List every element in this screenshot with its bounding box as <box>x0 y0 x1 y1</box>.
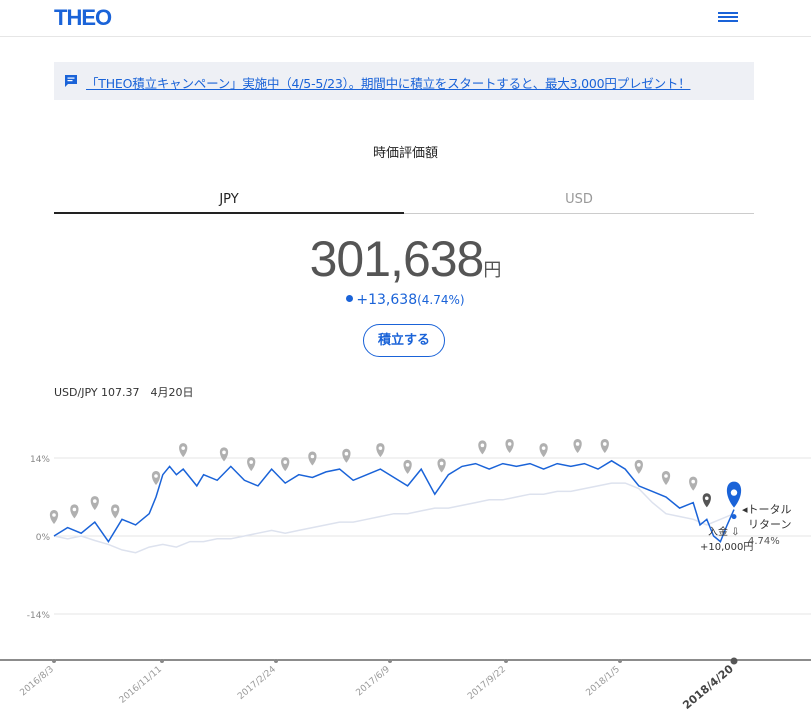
menu-bar <box>718 12 738 14</box>
deposit-pin-hole <box>541 446 546 450</box>
performance-chart[interactable]: 14%0%-14%◂トータルリターン4.74%入金 ⇩+10,000円2016/… <box>0 420 811 722</box>
current-point-dot <box>731 514 737 520</box>
deposit-pin-icon[interactable] <box>689 476 698 491</box>
valuation-amount: 301,638円 <box>0 230 811 288</box>
deposit-pin-icon[interactable] <box>505 438 514 453</box>
top-header: THEO <box>0 0 811 37</box>
deposit-pin-hole <box>283 460 288 464</box>
deposit-pin-hole <box>181 446 185 450</box>
deposit-pin-icon[interactable] <box>281 457 290 472</box>
x-tick-label: 2017/6/9 <box>355 664 393 698</box>
deposit-pin-hole <box>405 463 410 467</box>
deposit-pin-hole <box>249 460 253 464</box>
amount-value: 301,638 <box>309 231 485 287</box>
y-tick-label: 0% <box>36 533 51 543</box>
deposit-pin-hole <box>310 454 315 459</box>
fx-rate: USD/JPY 107.37 4月20日 <box>54 386 194 399</box>
x-tick-label: 2018/4/20 <box>680 662 736 712</box>
y-tick-label: 14% <box>30 455 50 465</box>
menu-bar <box>718 20 738 22</box>
deposit-pin-hole <box>72 507 77 512</box>
deposit-amount: +10,000円 <box>700 542 753 553</box>
deposit-pin-hole <box>52 513 56 517</box>
valuation-title: 時価評価額 <box>372 146 438 161</box>
deposit-pin-icon[interactable] <box>308 451 317 466</box>
chat-bubble-icon <box>65 75 77 87</box>
gain-summary: +13,638(4.74%) <box>0 292 811 308</box>
gain-percent: (4.74%) <box>417 293 465 307</box>
deposit-pin-icon[interactable] <box>151 471 161 485</box>
deposit-pin-icon[interactable] <box>573 438 582 453</box>
x-tick-dot <box>160 659 164 663</box>
deposit-pin-hole <box>705 496 709 501</box>
x-tick-label: 2017/2/24 <box>236 664 278 701</box>
x-tick-dot <box>504 659 508 663</box>
deposit-pin-hole <box>113 507 117 512</box>
deposit-pin-icon[interactable] <box>661 471 671 485</box>
x-tick-label: 2018/1/5 <box>585 665 622 699</box>
x-tick-dot <box>274 659 278 663</box>
deposit-pin-icon[interactable] <box>634 459 643 474</box>
x-tick-dot <box>388 659 392 663</box>
menu-bar <box>718 16 738 18</box>
deposit-pin-icon[interactable] <box>179 443 188 458</box>
gain-value: +13,638 <box>356 292 418 308</box>
benchmark-line <box>53 482 735 554</box>
deposit-pin-hole <box>93 499 97 503</box>
deposit-pin-icon[interactable] <box>702 493 711 508</box>
deposit-pin-icon[interactable] <box>342 448 351 463</box>
deposit-pin-hole <box>222 450 226 455</box>
invest-button[interactable]: 積立する <box>363 324 445 357</box>
tab-jpy[interactable]: JPY <box>54 188 404 214</box>
deposit-pin-icon[interactable] <box>437 458 446 473</box>
deposit-label: 入金 ⇩ <box>708 525 740 538</box>
y-tick-label: -14% <box>27 611 51 621</box>
x-tick-label: 2016/11/11 <box>118 665 164 706</box>
currency-tabs: JPY USD <box>54 188 754 214</box>
deposit-pin-icon[interactable] <box>403 459 412 474</box>
deposit-pin-icon[interactable] <box>539 443 548 458</box>
x-tick-dot <box>730 657 738 665</box>
deposit-pin-hole <box>691 479 695 484</box>
deposit-pin-icon[interactable] <box>70 504 79 519</box>
tab-usd[interactable]: USD <box>404 188 754 214</box>
deposit-pin-icon[interactable] <box>478 440 487 455</box>
campaign-banner[interactable]: 「THEO積立キャンペーン」実施中（4/5-5/23）。期間中に積立をスタートす… <box>54 62 754 100</box>
deposit-pin-hole <box>575 442 580 446</box>
amount-unit: 円 <box>483 260 502 281</box>
deposit-pin-hole <box>344 451 349 456</box>
x-tick-label: 2017/9/22 <box>466 665 508 702</box>
deposit-pin-icon[interactable] <box>219 447 229 462</box>
x-tick-dot <box>618 659 622 663</box>
total-return-label-2: リターン <box>748 518 791 531</box>
current-pin-hole <box>730 489 738 496</box>
deposit-pin-hole <box>378 446 383 450</box>
deposit-pin-icon[interactable] <box>49 510 59 524</box>
deposit-pin-icon[interactable] <box>111 504 120 519</box>
deposit-pin-icon[interactable] <box>600 438 609 453</box>
deposit-pin-hole <box>664 474 668 478</box>
deposit-pin-hole <box>439 461 444 466</box>
deposit-pin-hole <box>603 442 607 446</box>
theo-logo[interactable]: THEO <box>54 5 112 31</box>
campaign-link[interactable]: 「THEO積立キャンペーン」実施中（4/5-5/23）。期間中に積立をスタートす… <box>86 73 691 92</box>
deposit-pin-icon[interactable] <box>90 496 99 511</box>
deposit-pin-hole <box>507 442 512 446</box>
hamburger-menu-icon[interactable] <box>716 10 740 26</box>
x-tick-label: 2016/8/3 <box>19 665 56 699</box>
gain-dot-icon <box>346 294 354 302</box>
deposit-pin-icon[interactable] <box>376 443 385 458</box>
deposit-pin-icon[interactable] <box>247 457 256 472</box>
deposit-pin-hole <box>637 463 641 467</box>
deposit-pin-hole <box>480 443 485 448</box>
total-return-label: ◂トータル <box>742 503 792 516</box>
x-tick-dot <box>52 659 56 663</box>
deposit-pin-hole <box>154 474 158 478</box>
